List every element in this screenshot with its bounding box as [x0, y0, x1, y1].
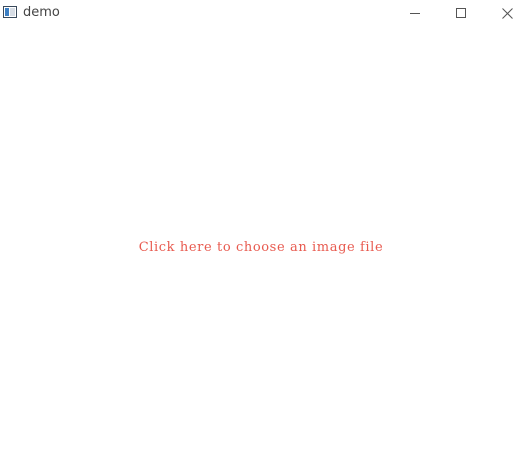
window-app-icon	[3, 6, 17, 18]
close-button[interactable]	[484, 0, 526, 26]
maximize-button[interactable]	[438, 0, 484, 26]
choose-image-file-link[interactable]: Click here to choose an image file	[0, 240, 522, 256]
window-title: demo	[23, 5, 60, 20]
close-icon	[501, 7, 513, 19]
app-window: demo Click here to choose an image file	[0, 0, 526, 468]
minimize-button[interactable]	[392, 0, 438, 26]
maximize-icon	[456, 8, 466, 18]
main-content-area: Click here to choose an image file	[0, 26, 526, 468]
title-bar[interactable]: demo	[0, 0, 526, 26]
minimize-icon	[410, 8, 420, 18]
